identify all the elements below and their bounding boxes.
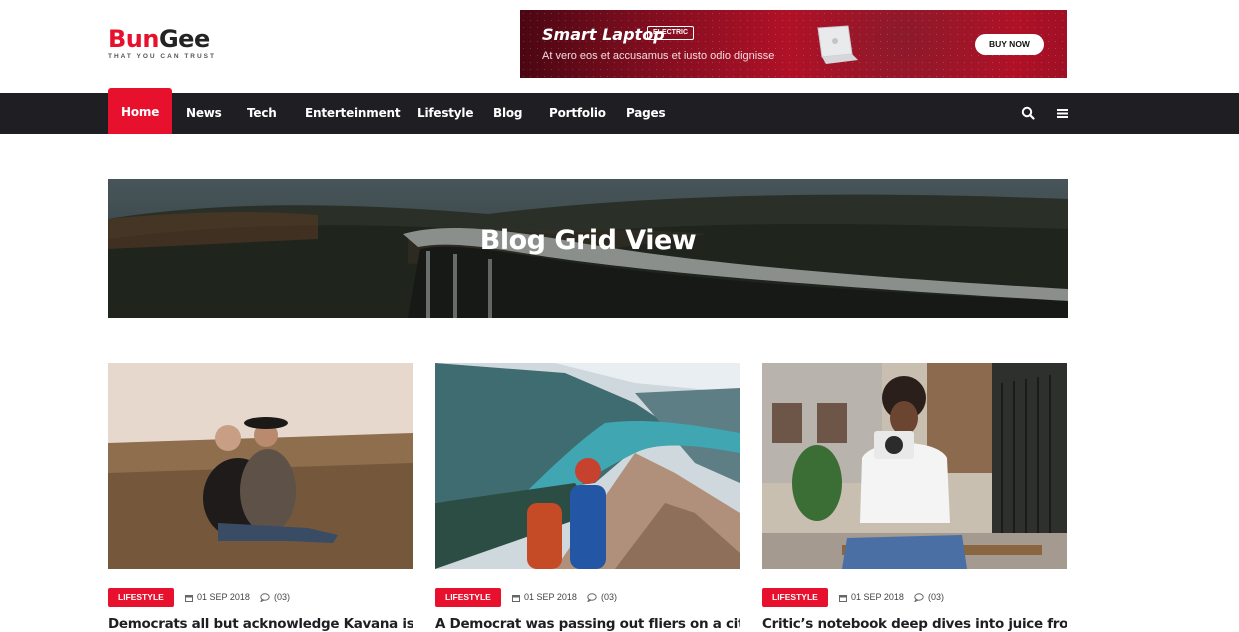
comment-icon (914, 593, 924, 603)
calendar-icon (839, 594, 847, 602)
blog-card: LIFESTYLE 01 SEP 2018 (03) Critic’s note… (762, 363, 1067, 632)
calendar-icon (185, 594, 193, 602)
blog-card-image[interactable] (108, 363, 413, 569)
comment-icon (260, 593, 270, 603)
ad-banner[interactable]: Smart Laptop ELECTRIC At vero eos et acc… (520, 10, 1067, 78)
page-hero-banner: Blog Grid View (108, 179, 1068, 318)
comment-icon (587, 593, 597, 603)
laptop-image (817, 25, 858, 64)
blog-card-title[interactable]: Democrats all but acknowledge Kavana is (108, 616, 413, 632)
page-title: Blog Grid View (479, 225, 697, 256)
search-icon[interactable] (1021, 106, 1035, 120)
category-badge[interactable]: LIFESTYLE (108, 588, 174, 607)
nav-item-tech[interactable]: Tech (247, 93, 277, 134)
category-badge[interactable]: LIFESTYLE (762, 588, 828, 607)
post-date: 01 SEP 2018 (839, 588, 904, 607)
category-badge[interactable]: LIFESTYLE (435, 588, 501, 607)
blog-card-image[interactable] (435, 363, 740, 569)
buy-now-button[interactable]: BUY NOW (975, 34, 1044, 55)
nav-item-blog[interactable]: Blog (493, 93, 522, 134)
site-header: BunGee THAT YOU CAN TRUST Smart Laptop E… (0, 0, 1239, 93)
site-logo[interactable]: BunGee THAT YOU CAN TRUST (108, 26, 216, 60)
nav-item-home[interactable]: Home (108, 88, 173, 134)
blog-card: LIFESTYLE 01 SEP 2018 (03) A Democrat wa… (435, 363, 740, 632)
nav-item-portfolio[interactable]: Portfolio (549, 93, 606, 134)
blog-card-image[interactable] (762, 363, 1067, 569)
blog-card-title[interactable]: Critic’s notebook deep dives into juice … (762, 616, 1067, 632)
hiker-fjord-photo (435, 363, 740, 569)
blog-card-meta: LIFESTYLE 01 SEP 2018 (03) (108, 588, 413, 607)
main-navigation: Home News Tech Enterteinment Lifestyle B… (0, 88, 1239, 134)
ad-subtitle: At vero eos et accusamus et iusto odio d… (542, 50, 775, 62)
nav-item-lifestyle[interactable]: Lifestyle (417, 93, 473, 134)
comment-count[interactable]: (03) (260, 588, 290, 607)
comment-count[interactable]: (03) (914, 588, 944, 607)
post-date: 01 SEP 2018 (185, 588, 250, 607)
blog-card-meta: LIFESTYLE 01 SEP 2018 (03) (435, 588, 740, 607)
post-date: 01 SEP 2018 (512, 588, 577, 607)
logo-tagline: THAT YOU CAN TRUST (108, 53, 216, 60)
couple-in-field-photo (108, 363, 413, 569)
blog-card: LIFESTYLE 01 SEP 2018 (03) Democrats all… (108, 363, 413, 632)
ad-badge: ELECTRIC (647, 26, 694, 40)
nav-item-pages[interactable]: Pages (626, 93, 666, 134)
calendar-icon (512, 594, 520, 602)
menu-icon[interactable] (1056, 106, 1070, 120)
blog-card-meta: LIFESTYLE 01 SEP 2018 (03) (762, 588, 1067, 607)
nav-item-news[interactable]: News (186, 93, 222, 134)
nav-item-enterteinment[interactable]: Enterteinment (305, 93, 401, 134)
blog-card-title[interactable]: A Democrat was passing out fliers on a c… (435, 616, 740, 632)
logo-wordmark: BunGee (108, 25, 210, 53)
man-with-camera-photo (762, 363, 1067, 569)
comment-count[interactable]: (03) (587, 588, 617, 607)
